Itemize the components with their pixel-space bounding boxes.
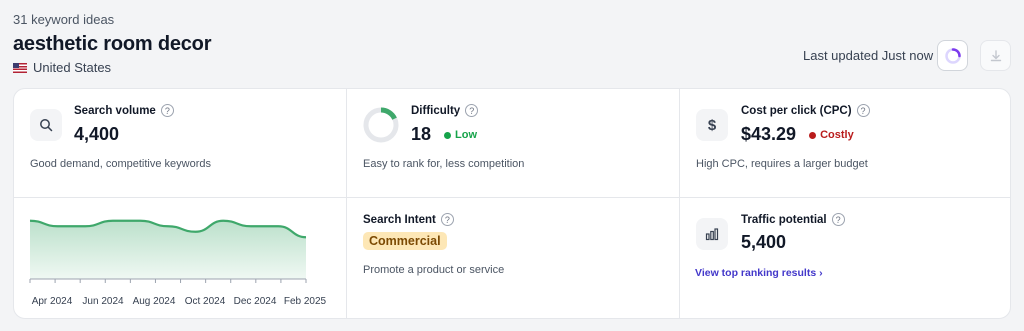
trend-area-fill xyxy=(30,220,306,279)
row-divider xyxy=(14,197,1010,198)
x-axis-tick-label: Jun 2024 xyxy=(82,296,124,307)
difficulty-gauge xyxy=(363,107,399,143)
search-volume-value: 4,400 xyxy=(74,124,120,144)
difficulty-title: Difficulty ? xyxy=(411,104,479,117)
help-icon[interactable]: ? xyxy=(831,213,845,226)
x-axis-tick-label: Aug 2024 xyxy=(133,296,176,307)
last-updated-text: Last updated Just now xyxy=(803,48,934,63)
refresh-button[interactable] xyxy=(937,40,968,71)
country-selector[interactable]: United States xyxy=(13,60,211,75)
x-axis-tick-label: Dec 2024 xyxy=(234,296,277,307)
help-icon[interactable]: ? xyxy=(160,104,174,117)
search-volume-icon-box xyxy=(30,109,62,141)
difficulty-value: 18 xyxy=(411,124,432,144)
traffic-potential-title: Traffic potential ? xyxy=(741,213,845,226)
help-icon[interactable]: ? xyxy=(440,213,454,226)
view-top-ranking-link[interactable]: View top ranking results › xyxy=(695,267,823,279)
x-axis-tick-label: Oct 2024 xyxy=(185,296,226,307)
loading-spinner-icon xyxy=(944,47,961,64)
status-dot xyxy=(809,131,817,139)
keyword-title: aesthetic room decor xyxy=(13,33,212,55)
difficulty-description: Easy to rank for, less competition xyxy=(363,158,525,170)
search-volume-description: Good demand, competitive keywords xyxy=(30,158,211,170)
search-icon xyxy=(40,119,53,132)
cpc-value-row: $43.29 Costly xyxy=(741,124,854,145)
cpc-description: High CPC, requires a larger budget xyxy=(696,158,868,170)
download-icon xyxy=(990,49,1001,61)
help-icon[interactable]: ? xyxy=(465,104,479,117)
download-button[interactable] xyxy=(980,40,1011,71)
search-intent-badge: Commercial xyxy=(363,232,447,250)
status-dot xyxy=(444,131,452,139)
x-axis-tick-label: Feb 2025 xyxy=(284,296,327,307)
us-flag-icon xyxy=(13,62,27,73)
column-divider xyxy=(346,89,347,318)
keyword-header: 31 keyword ideas aesthetic room decor Un… xyxy=(13,12,211,75)
search-intent-description: Promote a product or service xyxy=(363,264,505,276)
country-label: United States xyxy=(33,60,112,75)
bar-chart-icon xyxy=(705,228,719,241)
dollar-icon: $ xyxy=(707,116,717,134)
difficulty-level-badge: Low xyxy=(444,129,477,141)
column-divider xyxy=(679,89,680,318)
traffic-icon-box xyxy=(696,218,728,250)
difficulty-value-row: 18 Low xyxy=(411,124,477,145)
help-icon[interactable]: ? xyxy=(856,104,870,117)
traffic-potential-value: 5,400 xyxy=(741,232,787,252)
x-axis-tick-label: Apr 2024 xyxy=(32,296,73,307)
cpc-title: Cost per click (CPC) ? xyxy=(741,104,870,117)
cpc-value: $43.29 xyxy=(741,124,797,144)
keyword-idea-count: 31 keyword ideas xyxy=(13,12,115,27)
keyword-overview-card: Search volume ? 4,400 Good demand, compe… xyxy=(13,88,1011,319)
cpc-level-badge: Costly xyxy=(809,129,854,141)
search-volume-trend-chart: Apr 2024 Jun 2024 Aug 2024 Oct 2024 Dec 2024… xyxy=(29,219,327,307)
search-volume-title: Search volume ? xyxy=(74,104,174,117)
search-intent-title: Search Intent ? xyxy=(363,213,454,226)
cpc-icon-box: $ xyxy=(696,109,728,141)
